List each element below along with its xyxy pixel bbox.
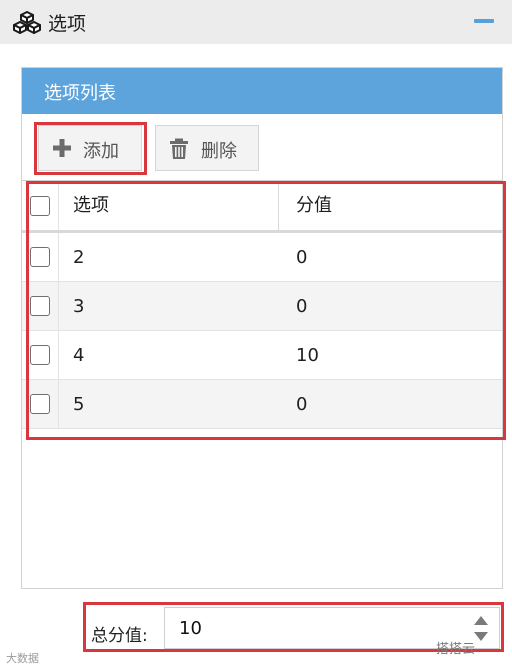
cubes-icon: [13, 11, 41, 34]
collapse-button[interactable]: [474, 19, 494, 23]
total-score-label: 总分值:: [91, 626, 148, 646]
select-all-checkbox[interactable]: [30, 196, 50, 216]
option-table: 选项 分值 2 0 3 0 4 10 5 0: [22, 182, 502, 432]
trash-icon: [170, 138, 188, 159]
option-cell[interactable]: 3: [59, 282, 279, 330]
table-row[interactable]: 5 0: [22, 380, 502, 429]
total-score-value: 10: [179, 618, 202, 639]
watermark-left: 大数据: [6, 652, 39, 665]
option-cell[interactable]: 4: [59, 331, 279, 379]
delete-button-label: 删除: [201, 141, 237, 162]
panel-title: 选项列表: [44, 83, 116, 104]
option-cell[interactable]: 2: [59, 233, 279, 281]
add-button-label: 添加: [83, 141, 119, 162]
table-row[interactable]: 2 0: [22, 233, 502, 282]
score-cell[interactable]: 0: [279, 282, 502, 330]
table-header-row: 选项 分值: [22, 182, 502, 233]
delete-button[interactable]: 删除: [155, 125, 259, 171]
score-cell[interactable]: 10: [279, 331, 502, 379]
option-list-panel: 选项列表 添加 删除 选项 分值 2 0 3 0 4 10 5 0: [21, 67, 503, 589]
watermark-right: 搭搭云: [436, 642, 476, 657]
plus-icon: [53, 139, 71, 157]
row-checkbox[interactable]: [30, 296, 50, 316]
page-title: 选项: [48, 13, 87, 35]
table-row[interactable]: 4 10: [22, 331, 502, 380]
panel-title-bar: 选项列表: [22, 68, 502, 114]
score-cell[interactable]: 0: [279, 380, 502, 428]
row-checkbox[interactable]: [30, 345, 50, 365]
row-checkbox[interactable]: [30, 394, 50, 414]
option-cell[interactable]: 5: [59, 380, 279, 428]
page-header: 选项: [0, 0, 512, 44]
add-button[interactable]: 添加: [38, 125, 142, 171]
column-header-score[interactable]: 分值: [279, 182, 502, 230]
table-row[interactable]: 3 0: [22, 282, 502, 331]
row-checkbox[interactable]: [30, 247, 50, 267]
score-cell[interactable]: 0: [279, 233, 502, 281]
spin-down-button[interactable]: [474, 632, 488, 641]
column-header-option[interactable]: 选项: [59, 182, 279, 230]
toolbar: 添加 删除: [22, 115, 502, 181]
spin-up-button[interactable]: [474, 616, 488, 625]
